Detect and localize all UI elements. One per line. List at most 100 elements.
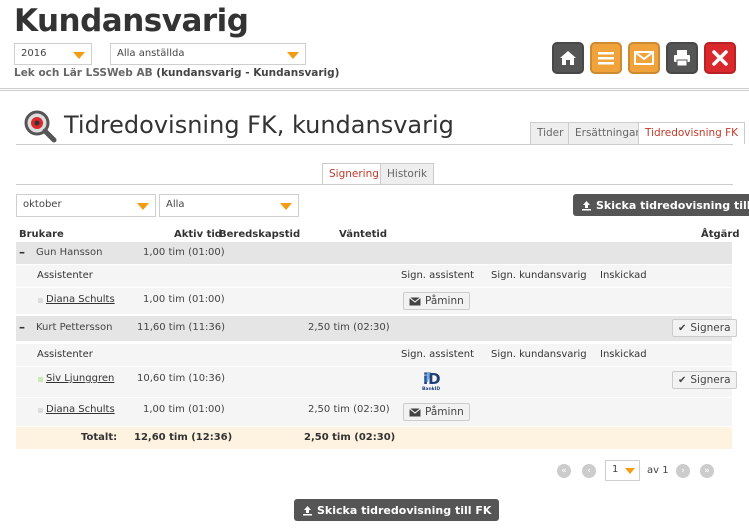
scope-select-value: Alla xyxy=(166,199,185,210)
send-fk-button-bottom[interactable]: Skicka tidredovisning till FK xyxy=(294,499,500,521)
page-select-value: 1 xyxy=(612,464,619,475)
month-select-value: oktober xyxy=(23,199,62,210)
bullet-icon xyxy=(38,377,43,382)
col-brukare: Brukare xyxy=(19,229,64,240)
envelope-icon xyxy=(409,296,421,305)
last-page-icon: » xyxy=(704,466,710,476)
first-page-icon: « xyxy=(561,466,567,476)
active-time: 1,00 tim (01:00) xyxy=(143,247,225,258)
total-waiting: 2,50 tim (02:30) xyxy=(304,432,396,443)
check-icon: ✔ xyxy=(678,374,687,386)
chevron-down-icon xyxy=(287,52,299,59)
active-time: 1,00 tim (01:00) xyxy=(143,404,225,415)
active-time: 11,60 tim (11:36) xyxy=(137,322,226,333)
chevron-down-icon xyxy=(73,52,85,59)
scope-select[interactable]: Alla xyxy=(159,194,299,217)
year-select[interactable]: 2016 xyxy=(14,43,92,65)
next-page-icon: › xyxy=(681,466,685,476)
first-page-button[interactable]: « xyxy=(557,464,571,478)
sign-assistant-header: Sign. assistent xyxy=(401,349,475,360)
last-page-button[interactable]: » xyxy=(700,464,714,478)
chevron-down-icon xyxy=(137,203,149,210)
print-icon xyxy=(674,50,690,67)
sign-label: Signera xyxy=(690,322,731,334)
organization-line: Lek och Lär LSSWeb AB (kundansvarig - Ku… xyxy=(14,67,339,79)
assistant-name[interactable]: Diana Schults xyxy=(46,294,115,305)
upload-icon xyxy=(582,200,591,210)
page-select[interactable]: 1 xyxy=(605,460,640,481)
remind-button[interactable]: Påminn xyxy=(403,403,470,421)
organization-role: (kundansvarig - Kundansvarig) xyxy=(156,67,340,79)
tab-signering[interactable]: Signering xyxy=(322,163,386,185)
send-fk-label: Skicka tidredovisning till FK xyxy=(596,198,749,212)
bankid-icon: iD BankID xyxy=(421,370,445,396)
sign-button[interactable]: ✔ Signera xyxy=(672,371,737,389)
assistant-name[interactable]: Siv Ljunggren xyxy=(46,373,114,384)
tab-ersattningar[interactable]: Ersättningar xyxy=(568,122,647,144)
col-beredskapstid: Beredskapstid xyxy=(219,229,301,240)
close-icon xyxy=(712,50,728,66)
magnifier-icon xyxy=(24,110,57,143)
home-icon xyxy=(560,51,576,65)
collapse-icon[interactable]: – xyxy=(19,320,25,334)
close-button[interactable] xyxy=(704,42,736,74)
brukare-name: Gun Hansson xyxy=(36,247,103,258)
app-title: Kundansvarig xyxy=(14,3,249,39)
brukare-name: Kurt Pettersson xyxy=(36,322,113,333)
sign-label: Signera xyxy=(690,374,731,386)
waiting-time: 2,50 tim (02:30) xyxy=(308,404,390,415)
table-row: Diana Schults 1,00 tim (01:00) Påminn xyxy=(16,288,732,314)
assistants-header: Assistenter xyxy=(37,349,93,360)
organization-name: Lek och Lär LSSWeb AB xyxy=(14,67,153,79)
bullet-icon xyxy=(38,298,43,303)
table-row: – Kurt Pettersson 11,60 tim (11:36) 2,50… xyxy=(16,316,737,341)
menu-icon xyxy=(598,52,614,65)
sign-kundansvarig-header: Sign. kundansvarig xyxy=(491,270,587,281)
collapse-icon[interactable]: – xyxy=(19,245,25,259)
upload-icon xyxy=(303,505,312,515)
active-time: 1,00 tim (01:00) xyxy=(143,294,225,305)
col-vantetid: Väntetid xyxy=(339,229,387,240)
header-divider xyxy=(0,88,749,91)
inskickad-header: Inskickad xyxy=(600,349,647,360)
home-button[interactable] xyxy=(552,42,584,74)
col-aktiv-tid: Aktiv tid xyxy=(174,229,222,240)
subtabs-divider xyxy=(16,184,733,185)
waiting-time: 2,50 tim (02:30) xyxy=(308,322,390,333)
print-button[interactable] xyxy=(666,42,698,74)
tab-tidredovisning-fk[interactable]: Tidredovisning FK xyxy=(638,122,746,144)
inskickad-header: Inskickad xyxy=(600,270,647,281)
remind-label: Påminn xyxy=(425,406,464,418)
sign-kundansvarig-header: Sign. kundansvarig xyxy=(491,349,587,360)
assistants-header: Assistenter xyxy=(37,270,93,281)
prev-page-button[interactable]: ‹ xyxy=(582,464,596,478)
table-row: – Gun Hansson 1,00 tim (01:00) xyxy=(16,242,732,264)
assistant-name[interactable]: Diana Schults xyxy=(46,404,115,415)
tab-historik[interactable]: Historik xyxy=(380,163,435,185)
send-fk-label: Skicka tidredovisning till FK xyxy=(317,503,492,517)
employee-select[interactable]: Alla anställda xyxy=(110,43,306,65)
col-atgard: Åtgärd xyxy=(701,229,740,240)
tabs-divider xyxy=(16,144,733,145)
employee-select-value: Alla anställda xyxy=(117,48,185,59)
check-icon: ✔ xyxy=(678,322,687,334)
chevron-down-icon xyxy=(280,203,292,210)
table-row: Diana Schults 1,00 tim (01:00) 2,50 tim … xyxy=(16,398,732,426)
total-active: 12,60 tim (12:36) xyxy=(134,432,233,443)
send-fk-button-top[interactable]: Skicka tidredovisning till FK xyxy=(573,194,749,216)
sign-button[interactable]: ✔ Signera xyxy=(672,319,737,337)
table-row: Siv Ljunggren 10,60 tim (10:36) iD BankI… xyxy=(16,367,737,397)
bankid-label: BankID xyxy=(422,387,441,392)
remind-button[interactable]: Påminn xyxy=(403,292,470,310)
page-title: Tidredovisning FK, kundansvarig xyxy=(64,111,454,139)
remind-label: Påminn xyxy=(425,295,464,307)
tab-tider[interactable]: Tider xyxy=(530,122,571,144)
menu-button[interactable] xyxy=(590,42,622,74)
total-row: Totalt: 12,60 tim (12:36) 2,50 tim (02:3… xyxy=(16,427,732,449)
envelope-icon xyxy=(409,407,421,416)
mail-button[interactable] xyxy=(628,42,660,74)
page-of-label: av 1 xyxy=(647,465,669,476)
month-select[interactable]: oktober xyxy=(16,194,156,217)
next-page-button[interactable]: › xyxy=(676,464,690,478)
sign-assistant-header: Sign. assistent xyxy=(401,270,475,281)
